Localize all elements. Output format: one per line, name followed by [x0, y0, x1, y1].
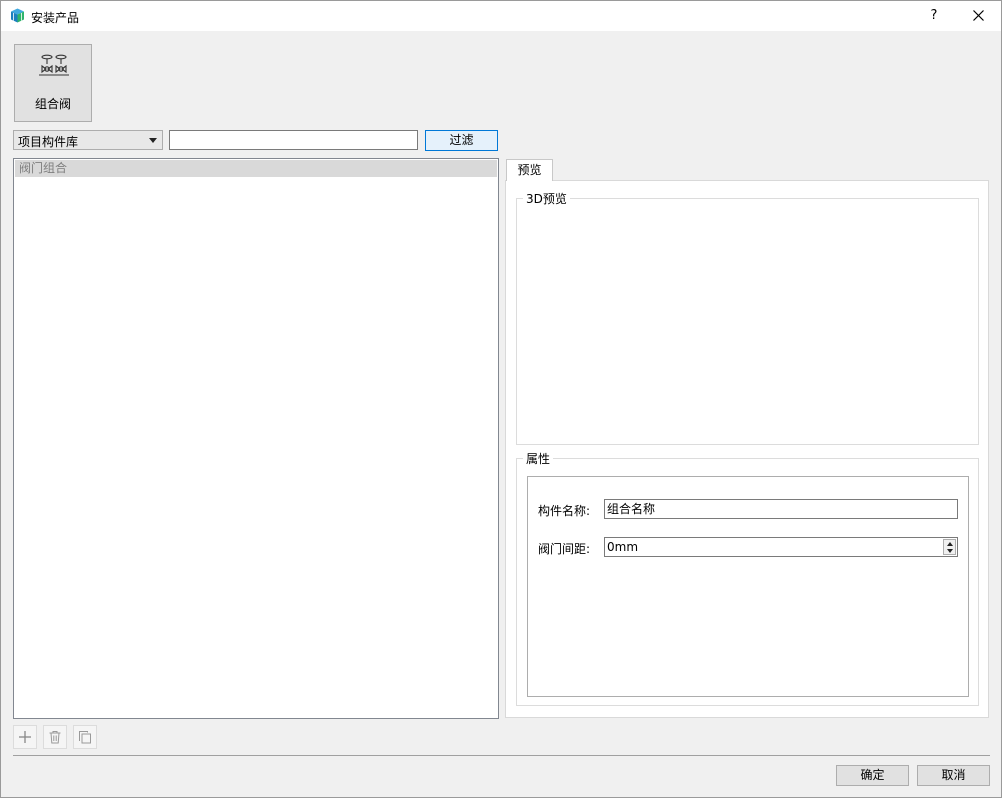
component-name-label: 构件名称:	[538, 504, 591, 518]
plus-icon	[19, 731, 31, 743]
copy-button[interactable]	[73, 725, 97, 749]
product-tile-combo-valve[interactable]: 组合阀	[14, 44, 92, 122]
window-title: 安装产品	[31, 11, 80, 25]
properties-title: 属性	[523, 450, 554, 467]
component-name-field[interactable]: 组合名称	[604, 499, 958, 519]
properties-group: 属性 构件名称: 组合名称 阀门间距: 0mm	[516, 450, 979, 706]
close-button[interactable]	[963, 1, 993, 31]
preview-3d-group: 3D预览	[516, 190, 979, 445]
close-icon	[973, 10, 984, 21]
ok-button[interactable]: 确定	[836, 765, 909, 786]
footer-separator	[13, 755, 990, 756]
valve-spacing-field[interactable]: 0mm	[604, 537, 958, 557]
title-bar: 安装产品 ?	[1, 1, 1001, 31]
delete-button[interactable]	[43, 725, 67, 749]
valve-spacing-value: 0mm	[607, 540, 639, 554]
component-tree[interactable]: 阀门组合	[13, 158, 499, 719]
copy-icon	[79, 731, 91, 744]
spin-down-icon[interactable]	[947, 549, 953, 553]
add-button[interactable]	[13, 725, 37, 749]
tree-item[interactable]: 阀门组合	[15, 160, 497, 177]
tab-preview[interactable]: 预览	[506, 159, 553, 181]
preview-tab-panel: 3D预览 属性 构件名称: 组合名称 阀门间距: 0mm	[505, 180, 989, 718]
combo-valve-icon	[39, 54, 69, 76]
valve-spacing-label: 阀门间距:	[538, 542, 591, 556]
install-product-dialog: 安装产品 ? 组合阀 项目构件库 过滤 阀门组合 预览 3D预览 属性 构件名称…	[0, 0, 1002, 798]
product-label: 组合阀	[34, 97, 71, 111]
spin-buttons[interactable]	[943, 539, 956, 555]
help-button[interactable]: ?	[919, 1, 949, 31]
trash-icon	[49, 731, 61, 744]
preview-3d-title: 3D预览	[523, 190, 570, 207]
filter-button[interactable]: 过滤	[425, 130, 498, 151]
filter-input[interactable]	[169, 130, 418, 150]
library-select[interactable]: 项目构件库	[13, 130, 163, 150]
app-icon	[11, 8, 24, 23]
library-select-value: 项目构件库	[18, 135, 79, 149]
properties-box: 构件名称: 组合名称 阀门间距: 0mm	[527, 476, 969, 697]
cancel-button[interactable]: 取消	[917, 765, 990, 786]
chevron-down-icon	[149, 138, 157, 143]
spin-up-icon[interactable]	[947, 542, 953, 546]
